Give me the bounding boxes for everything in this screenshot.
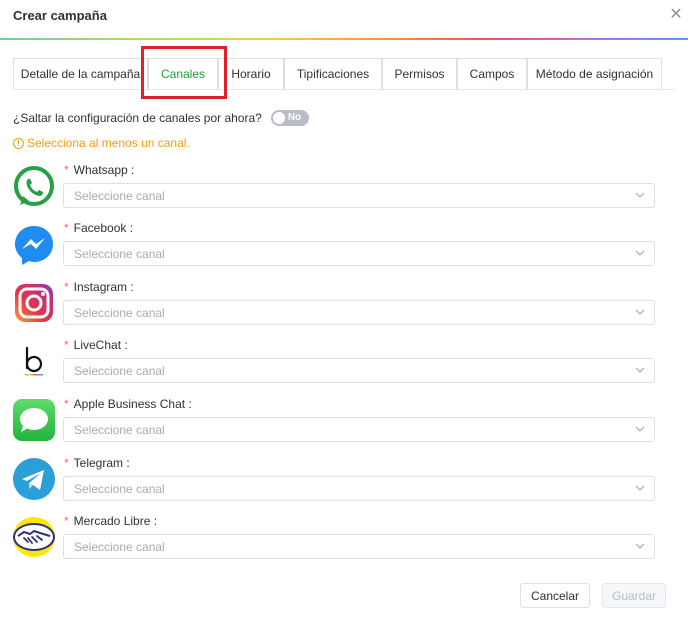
messenger-icon: [15, 226, 53, 265]
select-placeholder: Seleccione canal: [74, 247, 165, 261]
mercado-libre-select[interactable]: Seleccione canal: [63, 534, 655, 559]
channel-warning: ! Selecciona al menos un canal.: [13, 135, 190, 151]
tab-permisos[interactable]: Permisos: [382, 58, 457, 90]
tab-metodo-asignacion[interactable]: Método de asignación: [527, 58, 662, 90]
chevron-down-icon: [635, 192, 645, 198]
chevron-down-icon: [635, 250, 645, 256]
channel-telegram: * Telegram : Seleccione canal: [0, 456, 688, 508]
channel-mercado-libre: * Mercado Libre : Seleccione canal: [0, 514, 688, 566]
chevron-down-icon: [635, 309, 645, 315]
toggle-text: No: [287, 112, 302, 123]
livechat-icon: [25, 346, 43, 376]
highlight-annotation: [141, 46, 227, 99]
close-icon[interactable]: ✕: [668, 6, 684, 24]
select-placeholder: Seleccione canal: [74, 540, 165, 554]
apple-business-chat-label: * Apple Business Chat :: [64, 397, 192, 411]
channel-livechat: * LiveChat : Seleccione canal: [0, 338, 688, 390]
tabs-divider: [13, 89, 675, 90]
telegram-icon: [13, 458, 55, 500]
skip-config-toggle[interactable]: No: [270, 110, 309, 126]
select-placeholder: Seleccione canal: [74, 189, 165, 203]
chevron-down-icon: [635, 367, 645, 373]
tab-horario[interactable]: Horario: [218, 58, 284, 90]
apple-messages-icon: [13, 399, 55, 441]
apple-business-chat-select[interactable]: Seleccione canal: [63, 417, 655, 442]
whatsapp-select[interactable]: Seleccione canal: [63, 183, 655, 208]
channel-facebook: * Facebook : Seleccione canal: [0, 221, 688, 273]
livechat-select[interactable]: Seleccione canal: [63, 358, 655, 383]
skip-config-row: ¿Saltar la configuración de canales por …: [13, 109, 309, 127]
tab-campos[interactable]: Campos: [457, 58, 527, 90]
telegram-label: * Telegram :: [64, 456, 130, 470]
mercadolibre-icon: [13, 517, 55, 557]
facebook-label: * Facebook :: [64, 221, 134, 235]
instagram-icon: [15, 284, 53, 322]
save-button[interactable]: Guardar: [602, 583, 666, 608]
chevron-down-icon: [635, 543, 645, 549]
info-circle-icon: !: [13, 137, 24, 149]
select-placeholder: Seleccione canal: [74, 423, 165, 437]
channel-whatsapp: * Whatsapp : Seleccione canal: [0, 163, 688, 215]
chevron-down-icon: [635, 426, 645, 432]
mercado-libre-label: * Mercado Libre :: [64, 514, 158, 528]
tab-detalle[interactable]: Detalle de la campaña: [13, 58, 148, 90]
channel-instagram: * Instagram : Seleccione canal: [0, 280, 688, 332]
channel-warning-text: Selecciona al menos un canal.: [27, 136, 190, 150]
whatsapp-icon: [14, 166, 54, 206]
instagram-select[interactable]: Seleccione canal: [63, 300, 655, 325]
cancel-button[interactable]: Cancelar: [520, 583, 590, 608]
chevron-down-icon: [635, 485, 645, 491]
dialog-title: Crear campaña: [13, 8, 107, 23]
facebook-select[interactable]: Seleccione canal: [63, 241, 655, 266]
tab-tipificaciones[interactable]: Tipificaciones: [284, 58, 382, 90]
select-placeholder: Seleccione canal: [74, 306, 165, 320]
channel-apple-business-chat: * Apple Business Chat : Seleccione canal: [0, 397, 688, 449]
whatsapp-label: * Whatsapp :: [64, 163, 135, 177]
skip-config-label: ¿Saltar la configuración de canales por …: [13, 111, 262, 125]
header-divider: [0, 38, 688, 40]
select-placeholder: Seleccione canal: [74, 364, 165, 378]
select-placeholder: Seleccione canal: [74, 482, 165, 496]
telegram-select[interactable]: Seleccione canal: [63, 476, 655, 501]
toggle-knob: [272, 112, 285, 124]
dialog-header: Crear campaña ✕: [0, 0, 688, 40]
instagram-label: * Instagram :: [64, 280, 134, 294]
livechat-label: * LiveChat :: [64, 338, 128, 352]
